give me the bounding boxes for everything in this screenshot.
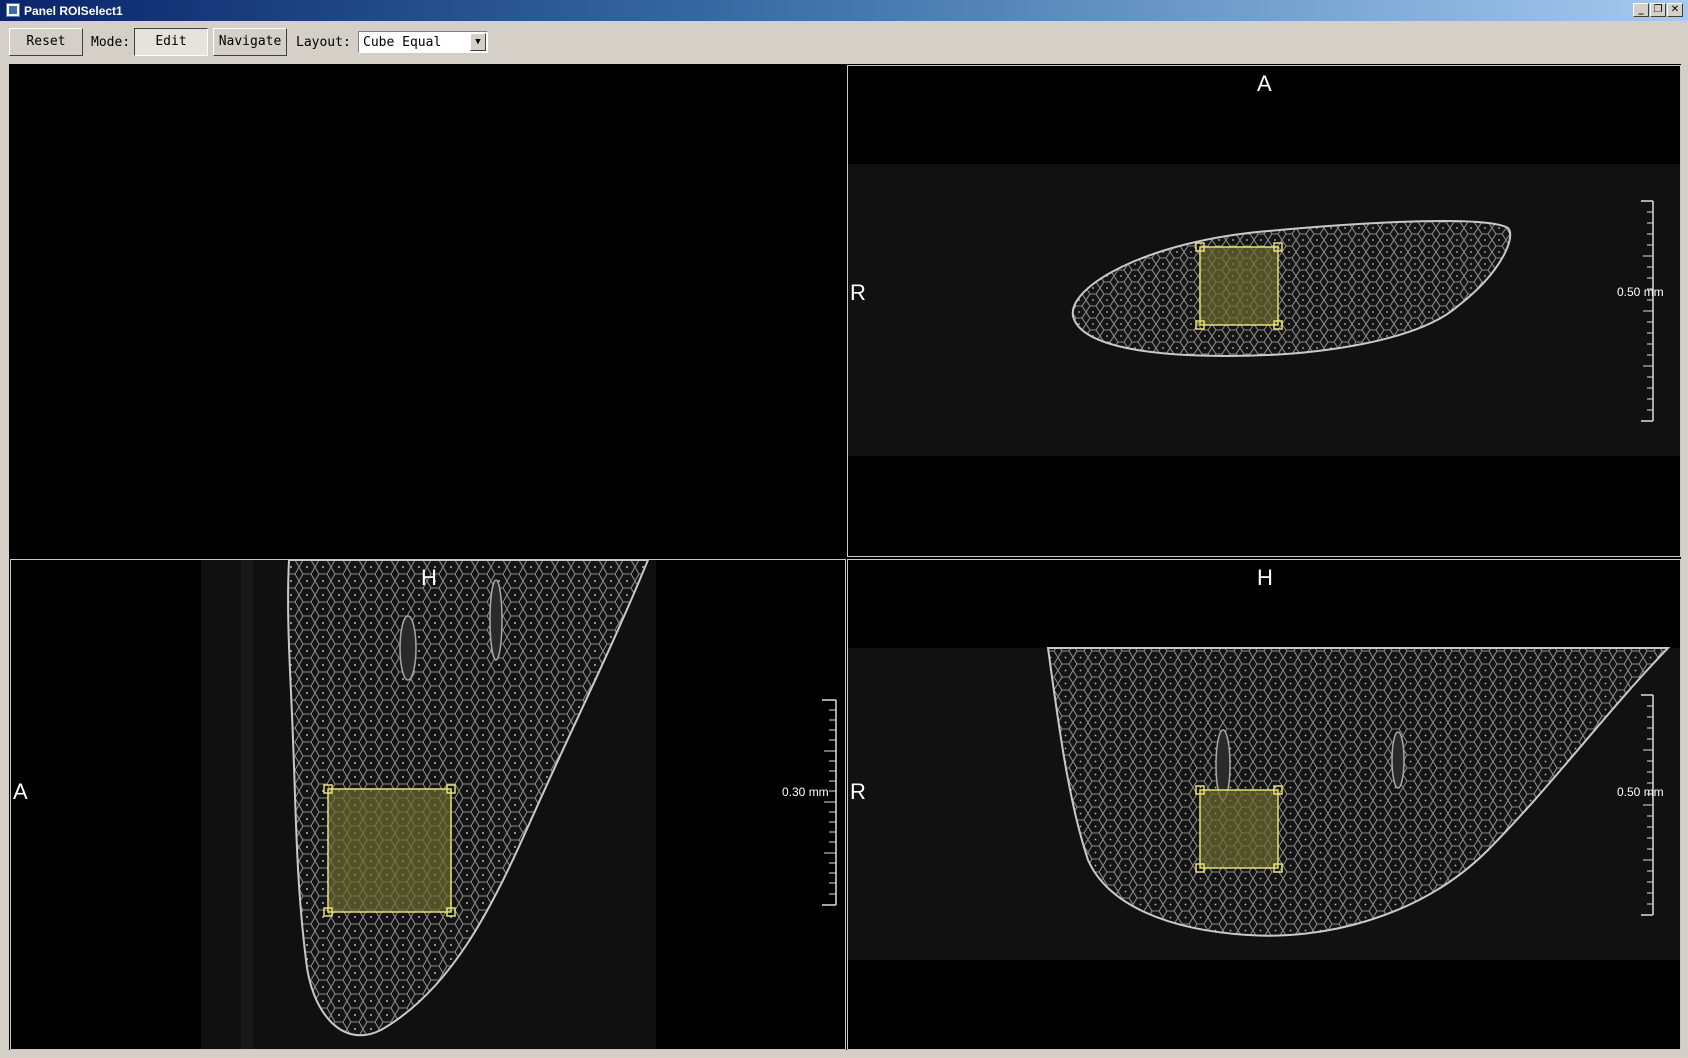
- coronal-scale-bar: [1641, 694, 1654, 916]
- coronal-scale-label: 0.50 mm: [1617, 785, 1664, 799]
- layout-label: Layout:: [296, 35, 351, 50]
- toolbar: Reset Mode: Edit Navigate Layout: Cube E…: [0, 21, 1688, 61]
- app-icon: [6, 3, 20, 17]
- coronal-orientation-top: H: [1257, 565, 1273, 590]
- chevron-down-icon[interactable]: ▼: [470, 33, 486, 51]
- sagittal-orientation-left: A: [13, 779, 28, 804]
- axial-orientation-left: R: [850, 280, 866, 305]
- axial-scale-bar: [1641, 200, 1654, 422]
- layout-select[interactable]: Cube Equal ▼: [358, 31, 488, 53]
- window-bottom-edge: [0, 1050, 1688, 1058]
- window-titlebar: Panel ROISelect1 _ ❐ ✕: [0, 0, 1688, 21]
- edit-mode-button[interactable]: Edit: [134, 28, 208, 56]
- restore-button[interactable]: ❐: [1650, 3, 1666, 17]
- sagittal-orientation-top: H: [421, 565, 437, 590]
- axial-orientation-top: A: [1257, 71, 1272, 96]
- viewport-area: A R 0.50 mm H A 0.30 mm H R 0.50 mm: [9, 64, 1681, 1050]
- view-3d[interactable]: [9, 64, 846, 558]
- view-axial[interactable]: A R 0.50 mm: [847, 65, 1681, 557]
- axial-scale-label: 0.50 mm: [1617, 285, 1664, 299]
- view-sagittal[interactable]: H A 0.30 mm: [10, 559, 846, 1050]
- mode-label: Mode:: [91, 35, 131, 50]
- view-coronal[interactable]: H R 0.50 mm: [847, 559, 1681, 1050]
- sagittal-scale-label: 0.30 mm: [782, 785, 829, 799]
- layout-select-value: Cube Equal: [363, 35, 442, 50]
- sagittal-scale-bar: [822, 699, 837, 906]
- minimize-button[interactable]: _: [1633, 3, 1649, 17]
- coronal-orientation-left: R: [850, 779, 866, 804]
- reset-button[interactable]: Reset: [9, 28, 83, 56]
- navigate-mode-button[interactable]: Navigate: [213, 28, 287, 56]
- window-title: Panel ROISelect1: [24, 4, 123, 18]
- close-button[interactable]: ✕: [1667, 3, 1683, 17]
